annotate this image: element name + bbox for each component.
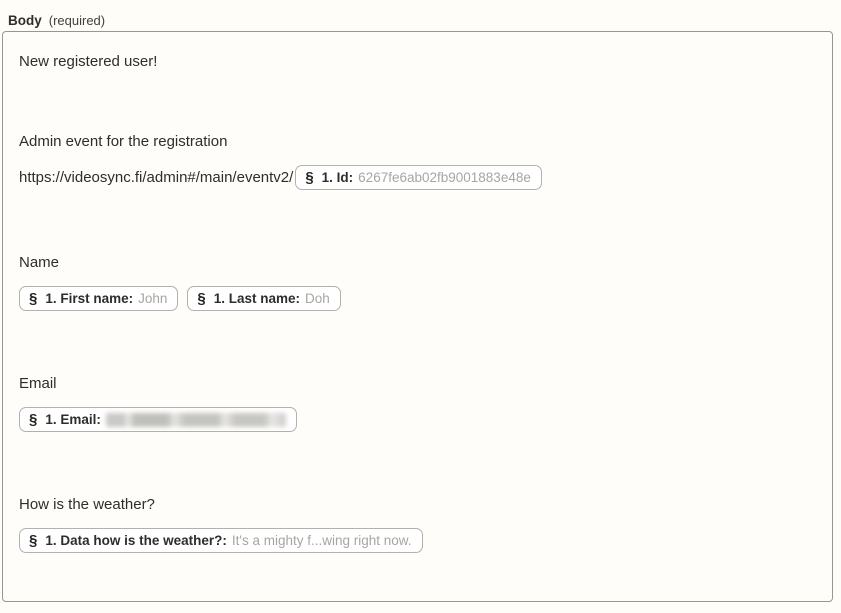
field-label-row: Body (required): [8, 13, 105, 28]
token-label: 1. Id:: [322, 166, 354, 190]
editor-line-weather-pill: § 1. Data how is the weather?: It's a mi…: [19, 528, 816, 553]
body-rich-text-editor[interactable]: New registered user! Admin event for the…: [2, 31, 833, 602]
token-pill-id[interactable]: § 1. Id: 6267fe6ab02fb9001883e48e: [295, 165, 542, 190]
field-label: Body: [8, 13, 42, 28]
editor-line-admin-heading: Admin event for the registration: [19, 131, 816, 153]
token-value: Doh: [305, 291, 330, 306]
token-pill-weather[interactable]: § 1. Data how is the weather?: It's a mi…: [19, 528, 423, 553]
editor-line-url: https://videosync.fi/admin#/main/eventv2…: [19, 165, 816, 190]
section-icon: §: [29, 411, 37, 428]
token-value: 6267fe6ab02fb9001883e48e: [358, 166, 531, 190]
token-label: 1. Email:: [45, 412, 101, 427]
editor-line-email-pill: § 1. Email:: [19, 407, 816, 432]
token-pill-email[interactable]: § 1. Email:: [19, 407, 297, 432]
section-icon: §: [305, 166, 313, 190]
section-icon: §: [29, 290, 37, 307]
field-required-note: (required): [49, 13, 105, 28]
token-pill-first-name[interactable]: § 1. First name: John: [19, 286, 178, 311]
token-label: 1. First name:: [45, 291, 133, 306]
token-value: John: [138, 291, 167, 306]
section-icon: §: [29, 532, 37, 549]
editor-line-name-pills: § 1. First name: John § 1. Last name: Do…: [19, 286, 816, 311]
editor-line-greeting: New registered user!: [19, 51, 816, 73]
redacted-email-value: [106, 413, 286, 427]
token-label: 1. Data how is the weather?:: [45, 533, 227, 548]
url-prefix-text: https://videosync.fi/admin#/main/eventv2…: [19, 166, 293, 190]
editor-line-weather-heading: How is the weather?: [19, 494, 816, 516]
section-icon: §: [197, 290, 205, 307]
editor-line-email-heading: Email: [19, 373, 816, 395]
token-value: It's a mighty f...wing right now.: [232, 533, 412, 548]
token-pill-last-name[interactable]: § 1. Last name: Doh: [187, 286, 340, 311]
editor-line-name-heading: Name: [19, 252, 816, 274]
token-label: 1. Last name:: [214, 291, 300, 306]
